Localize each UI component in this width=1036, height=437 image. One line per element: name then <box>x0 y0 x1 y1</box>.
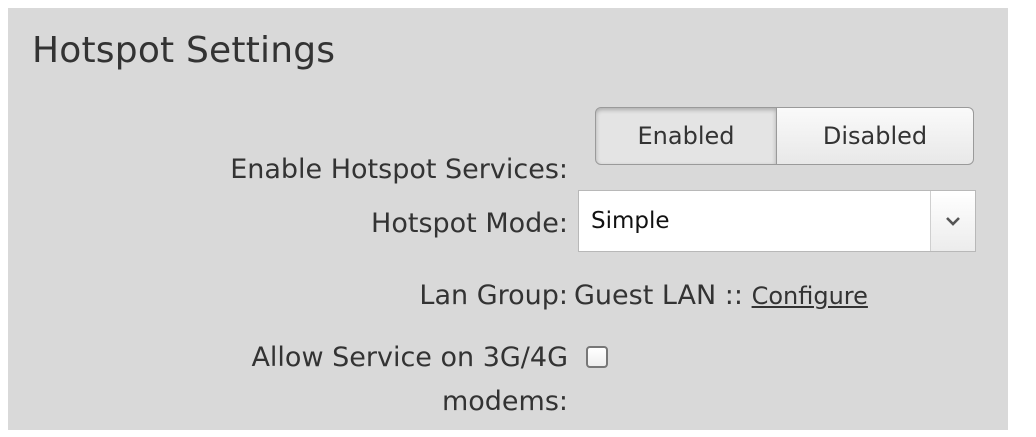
allow-service-label-line1: Allow Service on 3G/4G <box>251 342 568 373</box>
disabled-button[interactable]: Disabled <box>777 107 974 165</box>
lan-group-label: Lan Group: <box>419 280 568 311</box>
section-title: Hotspot Settings <box>32 30 336 71</box>
allow-service-label: Allow Service on 3G/4G modems: <box>251 336 568 424</box>
allow-service-label-line2: modems: <box>441 386 568 417</box>
enable-hotspot-toggle: Enabled Disabled <box>595 107 974 165</box>
chevron-down-icon[interactable] <box>930 191 975 251</box>
hotspot-mode-label: Hotspot Mode: <box>371 208 568 239</box>
hotspot-mode-value: Simple <box>591 208 670 234</box>
lan-group-value: Guest LAN :: <box>574 280 752 311</box>
enable-hotspot-label: Enable Hotspot Services: <box>230 154 568 185</box>
hotspot-mode-select[interactable]: Simple <box>578 190 976 252</box>
enabled-button[interactable]: Enabled <box>595 107 777 165</box>
configure-link[interactable]: Configure <box>752 282 868 310</box>
allow-service-checkbox[interactable] <box>586 346 608 368</box>
hotspot-settings-panel: Hotspot Settings Enable Hotspot Services… <box>8 8 1008 430</box>
lan-group-value-row: Guest LAN :: Configure <box>574 280 868 311</box>
